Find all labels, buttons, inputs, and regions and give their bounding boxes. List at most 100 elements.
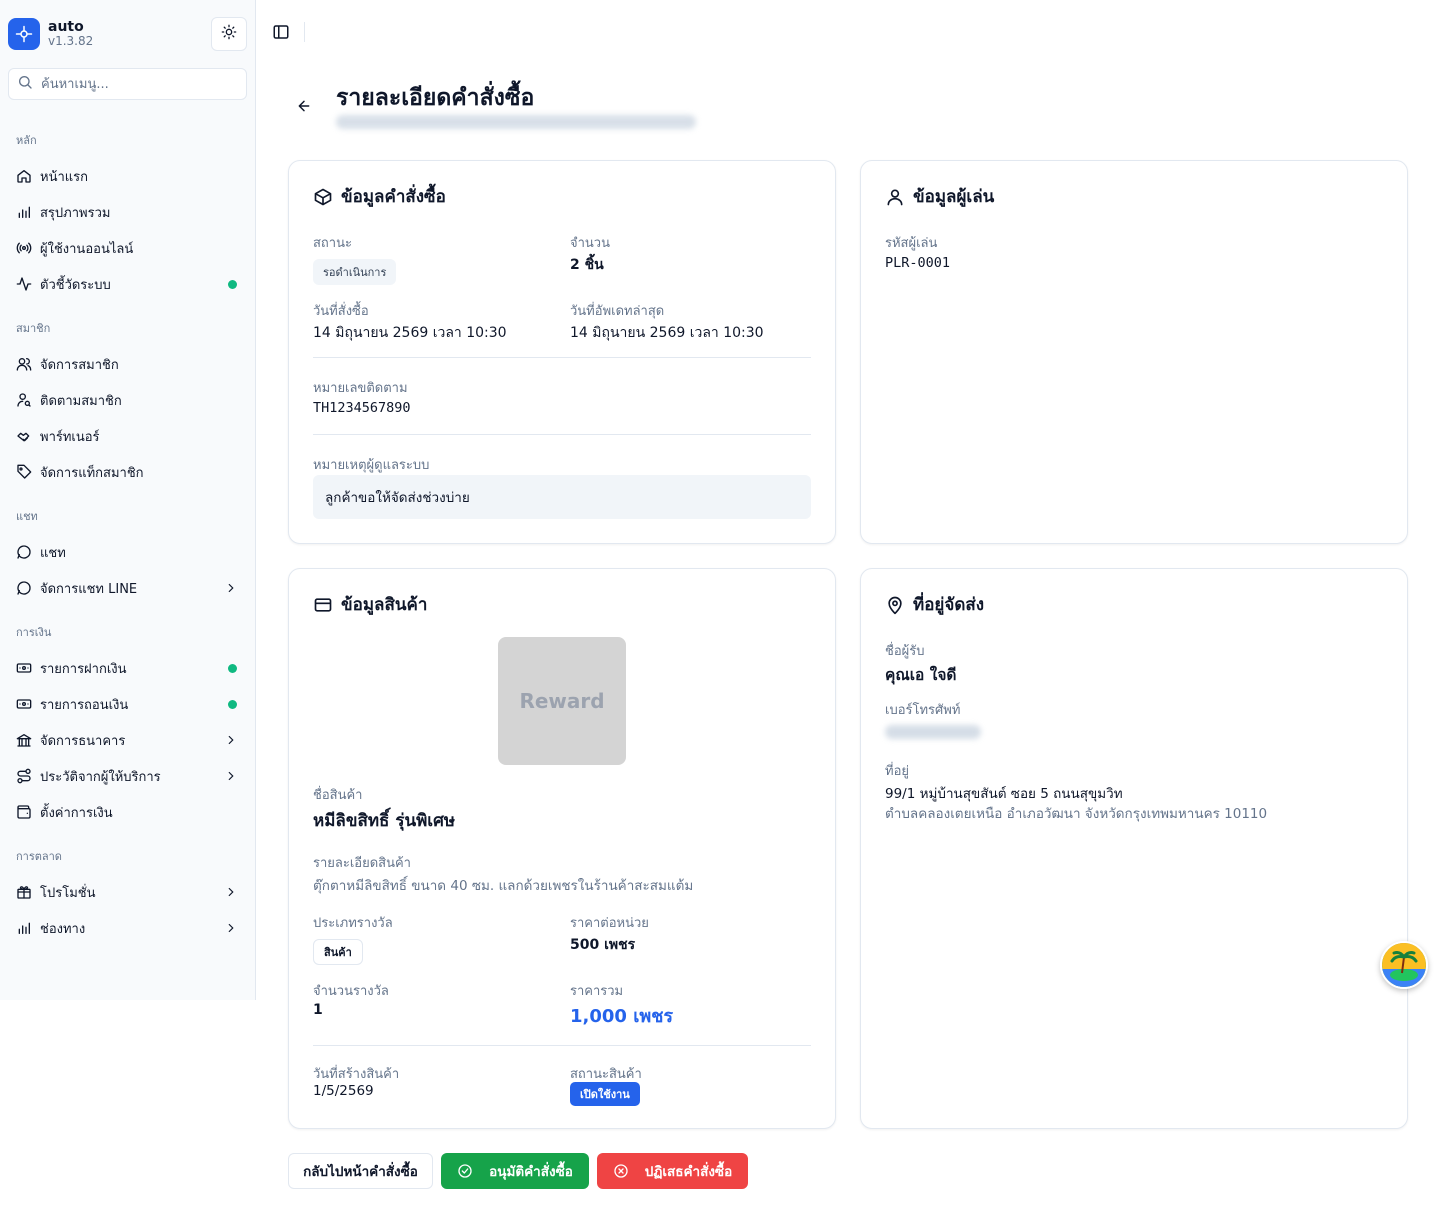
admin-note: ลูกค้าขอให้จัดส่งช่วงบ่าย: [313, 475, 811, 519]
sidebar-item-label: ช่องทาง: [40, 921, 86, 937]
sidebar-item-label: จัดการแท็กสมาชิก: [40, 465, 144, 481]
back-button[interactable]: [292, 96, 316, 120]
quantity-value: 2 ชิ้น: [570, 257, 604, 273]
product-status-label: สถานะสินค้า: [570, 1067, 642, 1082]
recipient-label: ชื่อผู้รับ: [885, 644, 925, 659]
player-id-value: PLR-0001: [885, 255, 951, 271]
sidebar-item[interactable]: ตัวชี้วัดระบบ: [0, 266, 256, 302]
tracking-label: หมายเลขติดตาม: [313, 381, 408, 396]
status-dot: [228, 699, 237, 709]
credit-card-icon: [313, 595, 333, 615]
button-label: ปฏิเสธคำสั่งซื้อ: [644, 1164, 733, 1180]
sidebar-item[interactable]: จัดการแชท LINE: [0, 570, 256, 606]
map-pin-icon: [885, 595, 905, 615]
order-date-label: วันที่สั่งซื้อ: [313, 304, 369, 319]
tag-icon: [16, 464, 32, 480]
sidebar-item[interactable]: รายการฝากเงิน: [0, 650, 256, 686]
sidebar-item[interactable]: รายการถอนเงิน: [0, 686, 256, 722]
button-label: อนุมัติคำสั่งซื้อ: [489, 1164, 573, 1180]
recipient-name: คุณเอ ใจดี: [885, 666, 957, 684]
sidebar-item-label: พาร์ทเนอร์: [40, 429, 100, 445]
sidebar-item-label: รายการถอนเงิน: [40, 697, 129, 713]
unit-price-value: 500 เพชร: [570, 937, 636, 953]
phone-label: เบอร์โทรศัพท์: [885, 703, 961, 718]
chevron-right-icon: [224, 733, 238, 747]
panel-left-icon: [272, 25, 290, 45]
address-label: ที่อยู่: [885, 764, 909, 779]
topbar-divider: [304, 22, 305, 42]
route-icon: [16, 768, 32, 784]
sidebar-toggle-button[interactable]: [272, 23, 292, 41]
shipping-address-card: ที่อยู่จัดส่ง ชื่อผู้รับ คุณเอ ใจดี เบอร…: [860, 568, 1408, 1129]
product-name: หมีลิขสิทธิ์ รุ่นพิเศษ: [313, 811, 456, 831]
address-line-1: 99/1 หมู่บ้านสุขสันต์ ซอย 5 ถนนสุขุมวิท: [885, 786, 1123, 802]
approve-order-button[interactable]: อนุมัติคำสั่งซื้อ: [441, 1153, 589, 1189]
sidebar-item[interactable]: ประวัติจากผู้ให้บริการ: [0, 758, 256, 794]
reward-qty-label: จำนวนรางวัล: [313, 984, 389, 999]
sidebar-item[interactable]: พาร์ทเนอร์: [0, 418, 256, 454]
sidebar-item-label: ผู้ใช้งานออนไลน์: [40, 241, 134, 257]
admin-note-label: หมายเหตุผู้ดูแลระบบ: [313, 458, 430, 473]
users-icon: [16, 356, 32, 372]
arrow-left-icon: [296, 98, 312, 118]
updated-date-value: 14 มิถุนายน 2569 เวลา 10:30: [570, 325, 764, 341]
sidebar-item[interactable]: ผู้ใช้งานออนไลน์: [0, 230, 256, 266]
sidebar-item[interactable]: โปรโมชั่น: [0, 874, 256, 910]
reward-type-label: ประเภทรางวัล: [313, 916, 393, 931]
sidebar-item[interactable]: จัดการสมาชิก: [0, 346, 256, 382]
handshake-icon: [16, 428, 32, 444]
chevron-right-icon: [224, 885, 238, 899]
sidebar-item[interactable]: หน้าแรก: [0, 158, 256, 194]
x-circle-icon: [613, 1163, 629, 1179]
back-to-orders-button[interactable]: กลับไปหน้าคำสั่งซื้อ: [288, 1153, 433, 1189]
deposit-icon: [16, 660, 32, 676]
nav-group-label: การตลาด: [16, 850, 62, 863]
button-label: กลับไปหน้าคำสั่งซื้อ: [303, 1164, 418, 1180]
status-label: สถานะ: [313, 236, 352, 251]
phone-number-redacted: [885, 725, 981, 739]
theme-toggle-button[interactable]: [211, 17, 247, 51]
page-title: รายละเอียดคำสั่งซื้อ: [336, 85, 535, 111]
created-date-label: วันที่สร้างสินค้า: [313, 1067, 400, 1082]
menu-search: [8, 68, 247, 100]
product-info-card: ข้อมูลสินค้า Reward ชื่อสินค้า หมีลิขสิท…: [288, 568, 836, 1129]
status-dot: [228, 663, 237, 673]
sidebar-item[interactable]: สรุปภาพรวม: [0, 194, 256, 230]
page-subtitle-redacted: [336, 115, 696, 129]
search-input[interactable]: [41, 76, 231, 92]
sidebar-item[interactable]: จัดการแท็กสมาชิก: [0, 454, 256, 490]
sidebar-item-label: โปรโมชั่น: [40, 885, 96, 901]
nav-group-label: การเงิน: [16, 626, 52, 639]
wallet-icon: [16, 804, 32, 820]
sidebar-item-label: จัดการธนาคาร: [40, 733, 126, 749]
card-title: ที่อยู่จัดส่ง: [913, 595, 985, 615]
sidebar-item-label: ประวัติจากผู้ให้บริการ: [40, 769, 161, 785]
sidebar-item[interactable]: ติดตามสมาชิก: [0, 382, 256, 418]
app-version: v1.3.82: [48, 34, 94, 49]
chevron-right-icon: [224, 769, 238, 783]
status-dot: [228, 279, 237, 289]
withdraw-icon: [16, 696, 32, 712]
order-status-badge: รอดำเนินการ: [313, 259, 397, 285]
sidebar-item[interactable]: ตั้งค่าการเงิน: [0, 794, 256, 830]
app-logo-icon: [8, 18, 40, 50]
sidebar-item[interactable]: ช่องทาง: [0, 910, 256, 946]
sidebar-item[interactable]: แชท: [0, 534, 256, 570]
bank-icon: [16, 732, 32, 748]
message-circle-icon: [16, 580, 32, 596]
gift-icon: [16, 884, 32, 900]
check-circle-icon: [457, 1163, 473, 1179]
sidebar-item[interactable]: จัดการธนาคาร: [0, 722, 256, 758]
sun-icon: [221, 24, 237, 44]
chevron-right-icon: [224, 921, 238, 935]
card-title: ข้อมูลสินค้า: [341, 595, 428, 615]
sidebar-item-label: ตัวชี้วัดระบบ: [40, 277, 111, 293]
sidebar-item-label: แชท: [40, 545, 66, 561]
player-id-label: รหัสผู้เล่น: [885, 236, 938, 251]
chevron-right-icon: [224, 581, 238, 595]
floating-assistant-button[interactable]: [1380, 941, 1428, 989]
nav-group-label: แชท: [16, 510, 38, 523]
reject-order-button[interactable]: ปฏิเสธคำสั่งซื้อ: [597, 1153, 748, 1189]
divider: [313, 434, 811, 435]
reward-type-badge: สินค้า: [313, 939, 363, 965]
